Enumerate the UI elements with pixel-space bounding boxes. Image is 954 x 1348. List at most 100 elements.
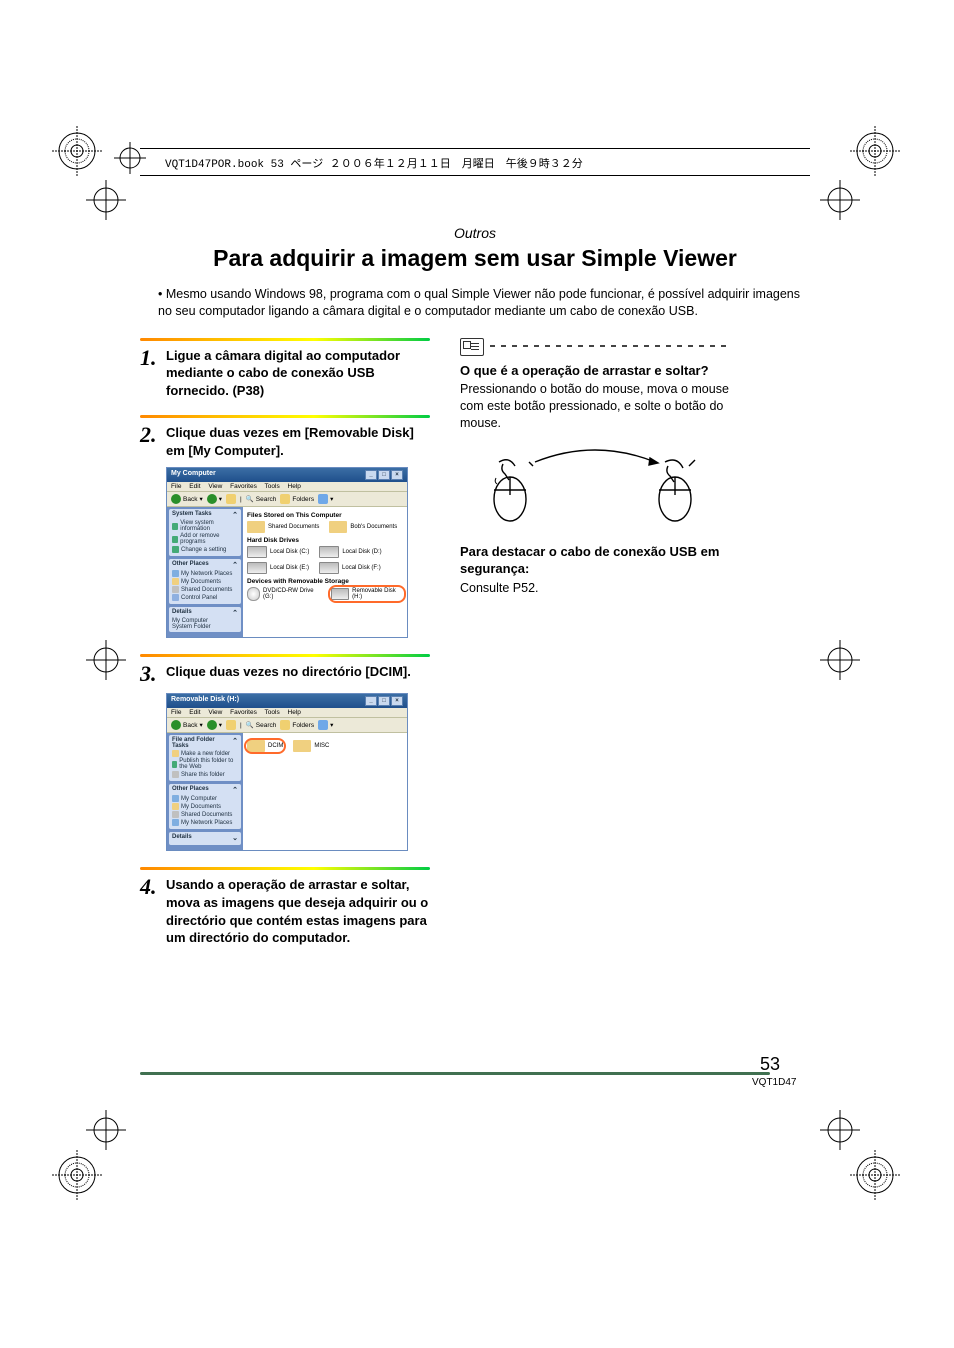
- corner-mark-tl: [52, 126, 102, 176]
- menu-view: View: [208, 709, 222, 716]
- corner-mark-br: [850, 1150, 900, 1200]
- forward-icon: [207, 494, 217, 504]
- menu-edit: Edit: [189, 709, 200, 716]
- back-label: Back: [183, 496, 197, 503]
- reg-mark: [86, 1110, 126, 1150]
- drive-label: Local Disk (F:): [342, 565, 381, 571]
- other-places-pane: Other Places⌃ My Computer My Documents S…: [169, 784, 241, 829]
- task-item: Make a new folder: [181, 751, 230, 757]
- task-item: Publish this folder to the Web: [179, 758, 238, 770]
- max-btn: □: [378, 470, 390, 480]
- task-icon: [172, 536, 178, 543]
- dcim-folder: DCIM: [247, 740, 283, 752]
- mouse-illustration: [460, 444, 730, 529]
- task-item: View system information: [180, 520, 238, 532]
- toolbar: Back ▾ ▾ | 🔍 Search Folders ▾: [167, 492, 407, 507]
- menubar: File Edit View Favorites Tools Help: [167, 708, 407, 718]
- note-body: Pressionando o botão do mouse, mova o mo…: [460, 381, 730, 432]
- back-label: Back: [183, 722, 197, 729]
- folders-icon: [280, 494, 290, 504]
- drive-label: Local Disk (E:): [270, 565, 309, 571]
- window-titlebar: My Computer _□×: [167, 468, 407, 482]
- min-btn: _: [365, 696, 377, 706]
- screenshot-my-computer: My Computer _□× File Edit View Favorites…: [166, 467, 408, 638]
- menu-tools: Tools: [265, 483, 280, 490]
- details-item: System Folder: [172, 624, 238, 630]
- details-pane: Details⌃ My Computer System Folder: [169, 607, 241, 632]
- usb-note-title: Para destacar o cabo de conexão USB em s…: [460, 543, 730, 578]
- folder-label: Bob's Documents: [350, 524, 397, 530]
- screenshot-removable-disk: Removable Disk (H:) _□× File Edit View F…: [166, 693, 408, 851]
- task-icon: [172, 750, 179, 757]
- pane-header: Details: [172, 834, 192, 842]
- highlight-ring: [328, 585, 406, 603]
- task-icon: [172, 771, 179, 778]
- reg-mark: [820, 180, 860, 220]
- task-icon: [172, 523, 178, 530]
- corner-mark-bl: [52, 1150, 102, 1200]
- menu-file: File: [171, 483, 181, 490]
- removable-disk-item: Removable Disk (H:): [331, 587, 403, 601]
- up-icon: [226, 720, 236, 730]
- place-icon: [172, 803, 179, 810]
- collapse-icon: ⌃: [232, 786, 238, 794]
- place-item: My Computer: [181, 796, 217, 802]
- folder-icon: [247, 521, 265, 533]
- corner-mark-tr: [850, 126, 900, 176]
- menu-file: File: [171, 709, 181, 716]
- collapse-icon: ⌃: [232, 737, 238, 749]
- place-item: My Documents: [181, 579, 221, 585]
- close-btn: ×: [391, 696, 403, 706]
- search-label: Search: [256, 496, 277, 503]
- drive-label: Local Disk (D:): [342, 549, 381, 555]
- section-heading: Hard Disk Drives: [247, 537, 403, 544]
- menu-tools: Tools: [265, 709, 280, 716]
- sidebar: File and Folder Tasks⌃ Make a new folder…: [167, 733, 243, 850]
- menu-help: Help: [288, 709, 301, 716]
- step-text: Ligue a câmara digital ao computador med…: [166, 347, 430, 400]
- collapse-icon: ⌃: [232, 609, 238, 617]
- views-icon: [318, 494, 328, 504]
- step-number: 4.: [140, 876, 166, 898]
- expand-icon: ⌄: [232, 834, 238, 842]
- folder-label: MISC: [314, 743, 329, 749]
- folders-label: Folders: [292, 496, 314, 503]
- views-icon: [318, 720, 328, 730]
- step-text: Clique duas vezes no directório [DCIM].: [166, 663, 411, 681]
- drive-icon: [319, 562, 339, 574]
- window-title: Removable Disk (H:): [171, 696, 239, 706]
- window-titlebar: Removable Disk (H:) _□×: [167, 694, 407, 708]
- menu-favorites: Favorites: [230, 709, 257, 716]
- step-number: 1.: [140, 347, 166, 369]
- step-number: 2.: [140, 424, 166, 446]
- doc-code: VQT1D47: [752, 1077, 796, 1088]
- note-title: O que é a operação de arrastar e soltar?: [460, 362, 730, 380]
- cd-icon: [247, 587, 260, 601]
- drive-icon: [247, 546, 267, 558]
- drive-label: Local Disk (C:): [270, 549, 309, 555]
- pane-header: Other Places: [172, 561, 209, 569]
- reg-mark: [820, 1110, 860, 1150]
- window-controls: _□×: [364, 470, 403, 480]
- task-icon: [172, 546, 179, 553]
- menu-edit: Edit: [189, 483, 200, 490]
- task-item: Add or remove programs: [180, 533, 238, 545]
- reg-mark: [86, 640, 126, 680]
- place-item: Control Panel: [181, 595, 217, 601]
- place-item: My Network Places: [181, 820, 232, 826]
- step-rule: [140, 867, 430, 870]
- step-rule: [140, 415, 430, 418]
- section-header: Outros: [140, 225, 810, 241]
- reg-mark: [86, 180, 126, 220]
- back-icon: [171, 494, 181, 504]
- section-heading: Devices with Removable Storage: [247, 578, 403, 585]
- details-pane: Details ⌄: [169, 832, 241, 845]
- close-btn: ×: [391, 470, 403, 480]
- other-places-pane: Other Places⌃ My Network Places My Docum…: [169, 559, 241, 604]
- file-tasks-pane: File and Folder Tasks⌃ Make a new folder…: [169, 735, 241, 781]
- step-1: 1. Ligue a câmara digital ao computador …: [140, 338, 430, 400]
- place-icon: [172, 594, 179, 601]
- step-4: 4. Usando a operação de arrastar e solta…: [140, 867, 430, 946]
- place-icon: [172, 586, 179, 593]
- step-rule: [140, 338, 430, 341]
